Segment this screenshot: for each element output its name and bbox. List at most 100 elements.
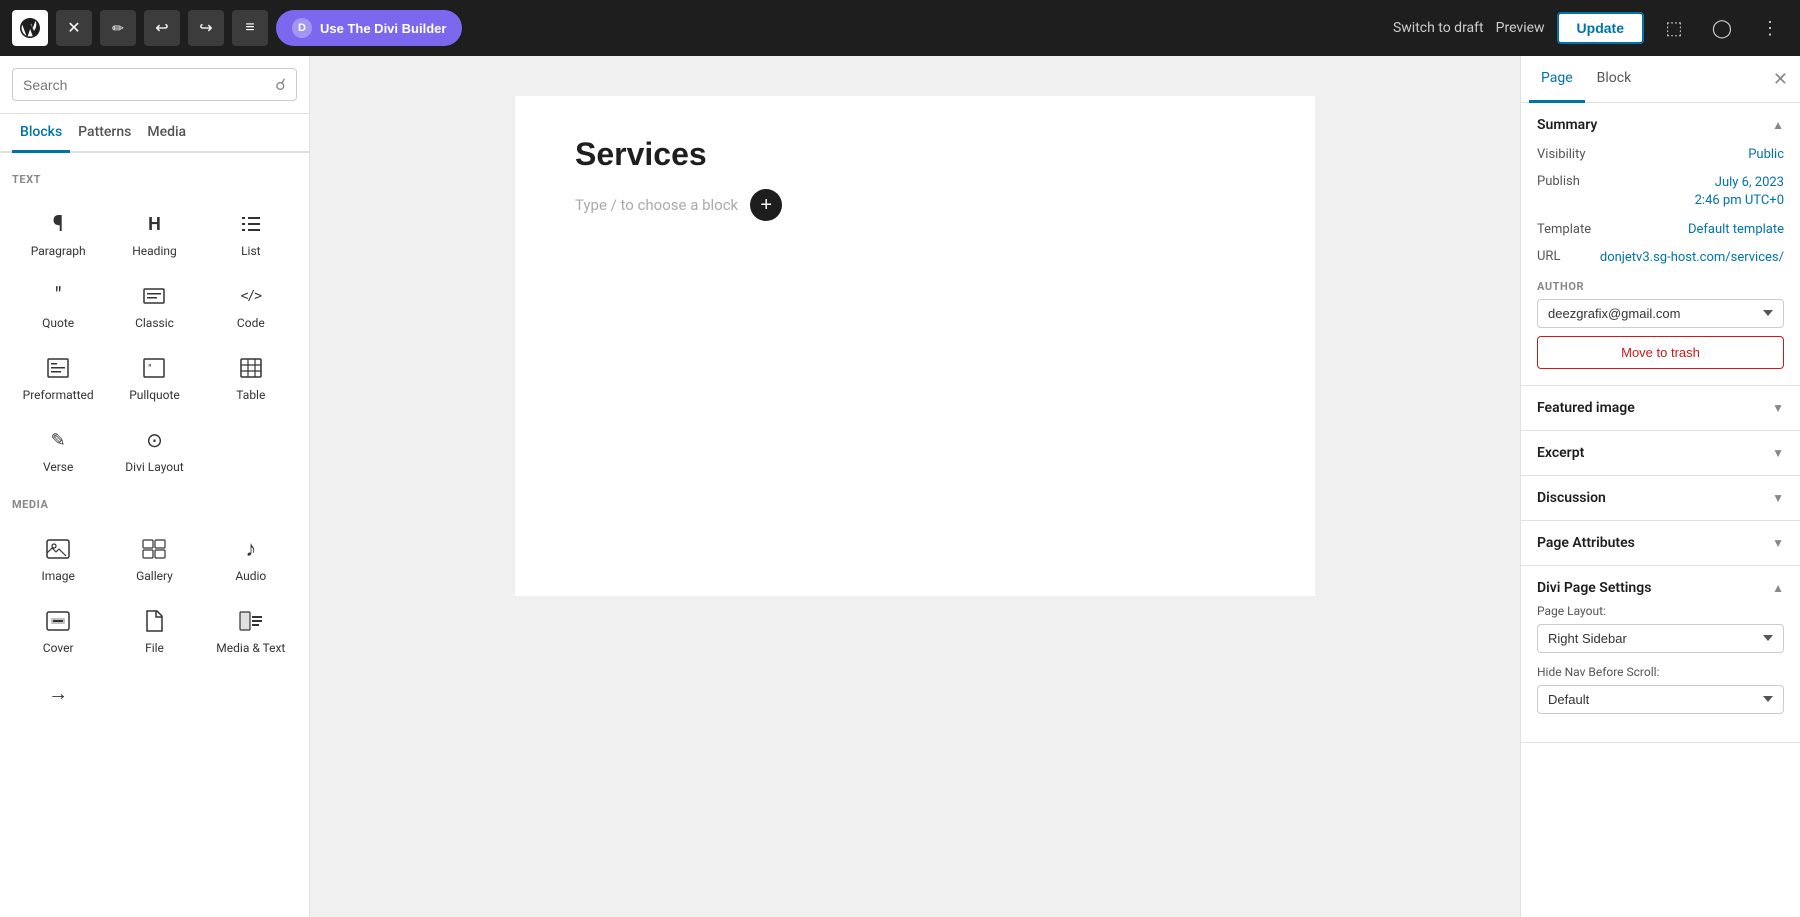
tab-page[interactable]: Page <box>1529 56 1585 103</box>
divi-settings-header[interactable]: Divi Page Settings ▲ <box>1521 566 1800 604</box>
page-attributes-panel: Page Attributes ▼ <box>1521 521 1800 566</box>
template-row: Template Default template <box>1537 222 1784 237</box>
block-item-quote[interactable]: " Quote <box>12 270 104 338</box>
quote-icon: " <box>44 282 72 310</box>
use-divi-builder-button[interactable]: D Use The Divi Builder <box>276 10 462 46</box>
search-icon: ☌ <box>275 75 286 94</box>
featured-image-header[interactable]: Featured image ▼ <box>1521 386 1800 430</box>
undo-button[interactable]: ↩ <box>144 10 180 46</box>
preformatted-icon <box>44 354 72 382</box>
close-button[interactable]: ✕ <box>56 10 92 46</box>
search-input-wrap[interactable]: ☌ <box>12 68 297 101</box>
topbar-right: Switch to draft Preview Update ⬚ ◯ ⋮ <box>1393 10 1788 46</box>
author-section: AUTHOR deezgrafix@gmail.com <box>1537 280 1784 328</box>
file-icon <box>140 607 168 635</box>
right-sidebar-content: Summary ▲ Visibility Public Publish July… <box>1521 103 1800 917</box>
pullquote-label: Pullquote <box>129 388 180 402</box>
left-sidebar: ☌ Blocks Patterns Media TEXT ¶ Paragraph… <box>0 56 310 917</box>
sidebar-tabs: Blocks Patterns Media <box>0 114 309 153</box>
tab-media[interactable]: Media <box>139 114 194 153</box>
heading-icon: H <box>140 210 168 238</box>
author-select[interactable]: deezgrafix@gmail.com <box>1537 299 1784 328</box>
switch-to-draft-link[interactable]: Switch to draft <box>1393 20 1484 36</box>
block-item-heading[interactable]: H Heading <box>108 198 200 266</box>
wordpress-logo <box>12 10 48 46</box>
page-title-input[interactable] <box>575 136 1255 173</box>
right-sidebar: Page Block ✕ Summary ▲ Visibility Public… <box>1520 56 1800 917</box>
divi-layout-label: Divi Layout <box>125 460 183 474</box>
summary-panel-body: Visibility Public Publish July 6, 2023 2… <box>1521 147 1800 385</box>
cover-icon <box>44 607 72 635</box>
svg-text:": " <box>148 362 152 375</box>
block-item-list[interactable]: List <box>205 198 297 266</box>
add-block-button[interactable]: + <box>750 189 782 221</box>
block-item-paragraph[interactable]: ¶ Paragraph <box>12 198 104 266</box>
user-icon-button[interactable]: ◯ <box>1704 10 1740 46</box>
block-item-image[interactable]: Image <box>12 523 104 591</box>
block-item-code[interactable]: </> Code <box>205 270 297 338</box>
summary-panel-header[interactable]: Summary ▲ <box>1521 103 1800 147</box>
block-item-audio[interactable]: ♪ Audio <box>205 523 297 591</box>
featured-image-chevron-icon: ▼ <box>1772 401 1784 415</box>
excerpt-header[interactable]: Excerpt ▼ <box>1521 431 1800 475</box>
template-value[interactable]: Default template <box>1688 222 1784 237</box>
url-value[interactable]: donjetv3.sg-host.com/services/ <box>1600 249 1784 267</box>
editor-page: Type / to choose a block + <box>515 96 1315 596</box>
tools-button[interactable]: ≡ <box>232 10 268 46</box>
featured-image-panel: Featured image ▼ <box>1521 386 1800 431</box>
media-text-label: Media & Text <box>216 641 285 655</box>
page-attributes-label: Page Attributes <box>1537 535 1635 551</box>
block-item-divi-layout[interactable]: ⊙ Divi Layout <box>108 414 200 482</box>
discussion-header[interactable]: Discussion ▼ <box>1521 476 1800 520</box>
page-layout-label: Page Layout: <box>1537 604 1784 618</box>
publish-value[interactable]: July 6, 2023 2:46 pm UTC+0 <box>1695 174 1784 210</box>
hide-nav-select[interactable]: DefaultYesNo <box>1537 685 1784 714</box>
block-item-gallery[interactable]: Gallery <box>108 523 200 591</box>
view-icon-button[interactable]: ⬚ <box>1656 10 1692 46</box>
divi-layout-icon: ⊙ <box>140 426 168 454</box>
redo-button[interactable]: ↪ <box>188 10 224 46</box>
block-item-more[interactable]: → <box>12 667 104 721</box>
block-item-classic[interactable]: Classic <box>108 270 200 338</box>
file-label: File <box>145 641 164 655</box>
right-tabs: Page Block ✕ <box>1521 56 1800 103</box>
excerpt-panel: Excerpt ▼ <box>1521 431 1800 476</box>
options-icon-button[interactable]: ⋮ <box>1752 10 1788 46</box>
author-label: AUTHOR <box>1537 280 1784 293</box>
summary-panel-label: Summary <box>1537 117 1597 133</box>
quote-label: Quote <box>42 316 74 330</box>
table-label: Table <box>236 388 265 402</box>
block-item-media-text[interactable]: Media & Text <box>205 595 297 663</box>
block-item-table[interactable]: Table <box>205 342 297 410</box>
update-button[interactable]: Update <box>1557 12 1644 44</box>
tab-block[interactable]: Block <box>1585 56 1644 103</box>
excerpt-chevron-icon: ▼ <box>1772 446 1784 460</box>
visibility-row: Visibility Public <box>1537 147 1784 162</box>
summary-panel: Summary ▲ Visibility Public Publish July… <box>1521 103 1800 386</box>
block-item-preformatted[interactable]: Preformatted <box>12 342 104 410</box>
visibility-value[interactable]: Public <box>1748 147 1784 162</box>
page-layout-select[interactable]: Right SidebarLeft SidebarFull WidthNo Si… <box>1537 624 1784 653</box>
text-section-label: TEXT <box>12 173 297 186</box>
preview-link[interactable]: Preview <box>1496 20 1545 36</box>
block-item-cover[interactable]: Cover <box>12 595 104 663</box>
more-icon: → <box>44 679 72 707</box>
close-sidebar-button[interactable]: ✕ <box>1769 69 1792 90</box>
gallery-icon <box>140 535 168 563</box>
tab-patterns[interactable]: Patterns <box>70 114 139 153</box>
tab-blocks[interactable]: Blocks <box>12 114 70 153</box>
heading-label: Heading <box>132 244 177 258</box>
search-input[interactable] <box>23 77 269 93</box>
block-item-verse[interactable]: ✎ Verse <box>12 414 104 482</box>
move-to-trash-button[interactable]: Move to trash <box>1537 336 1784 369</box>
page-placeholder: Type / to choose a block + <box>575 189 1255 221</box>
main-layout: ☌ Blocks Patterns Media TEXT ¶ Paragraph… <box>0 56 1800 917</box>
cover-label: Cover <box>43 641 74 655</box>
edit-icon-button[interactable]: ✏ <box>100 10 136 46</box>
page-attributes-header[interactable]: Page Attributes ▼ <box>1521 521 1800 565</box>
verse-label: Verse <box>43 460 73 474</box>
hide-nav-label: Hide Nav Before Scroll: <box>1537 665 1784 679</box>
url-label: URL <box>1537 249 1560 264</box>
block-item-file[interactable]: File <box>108 595 200 663</box>
block-item-pullquote[interactable]: " Pullquote <box>108 342 200 410</box>
